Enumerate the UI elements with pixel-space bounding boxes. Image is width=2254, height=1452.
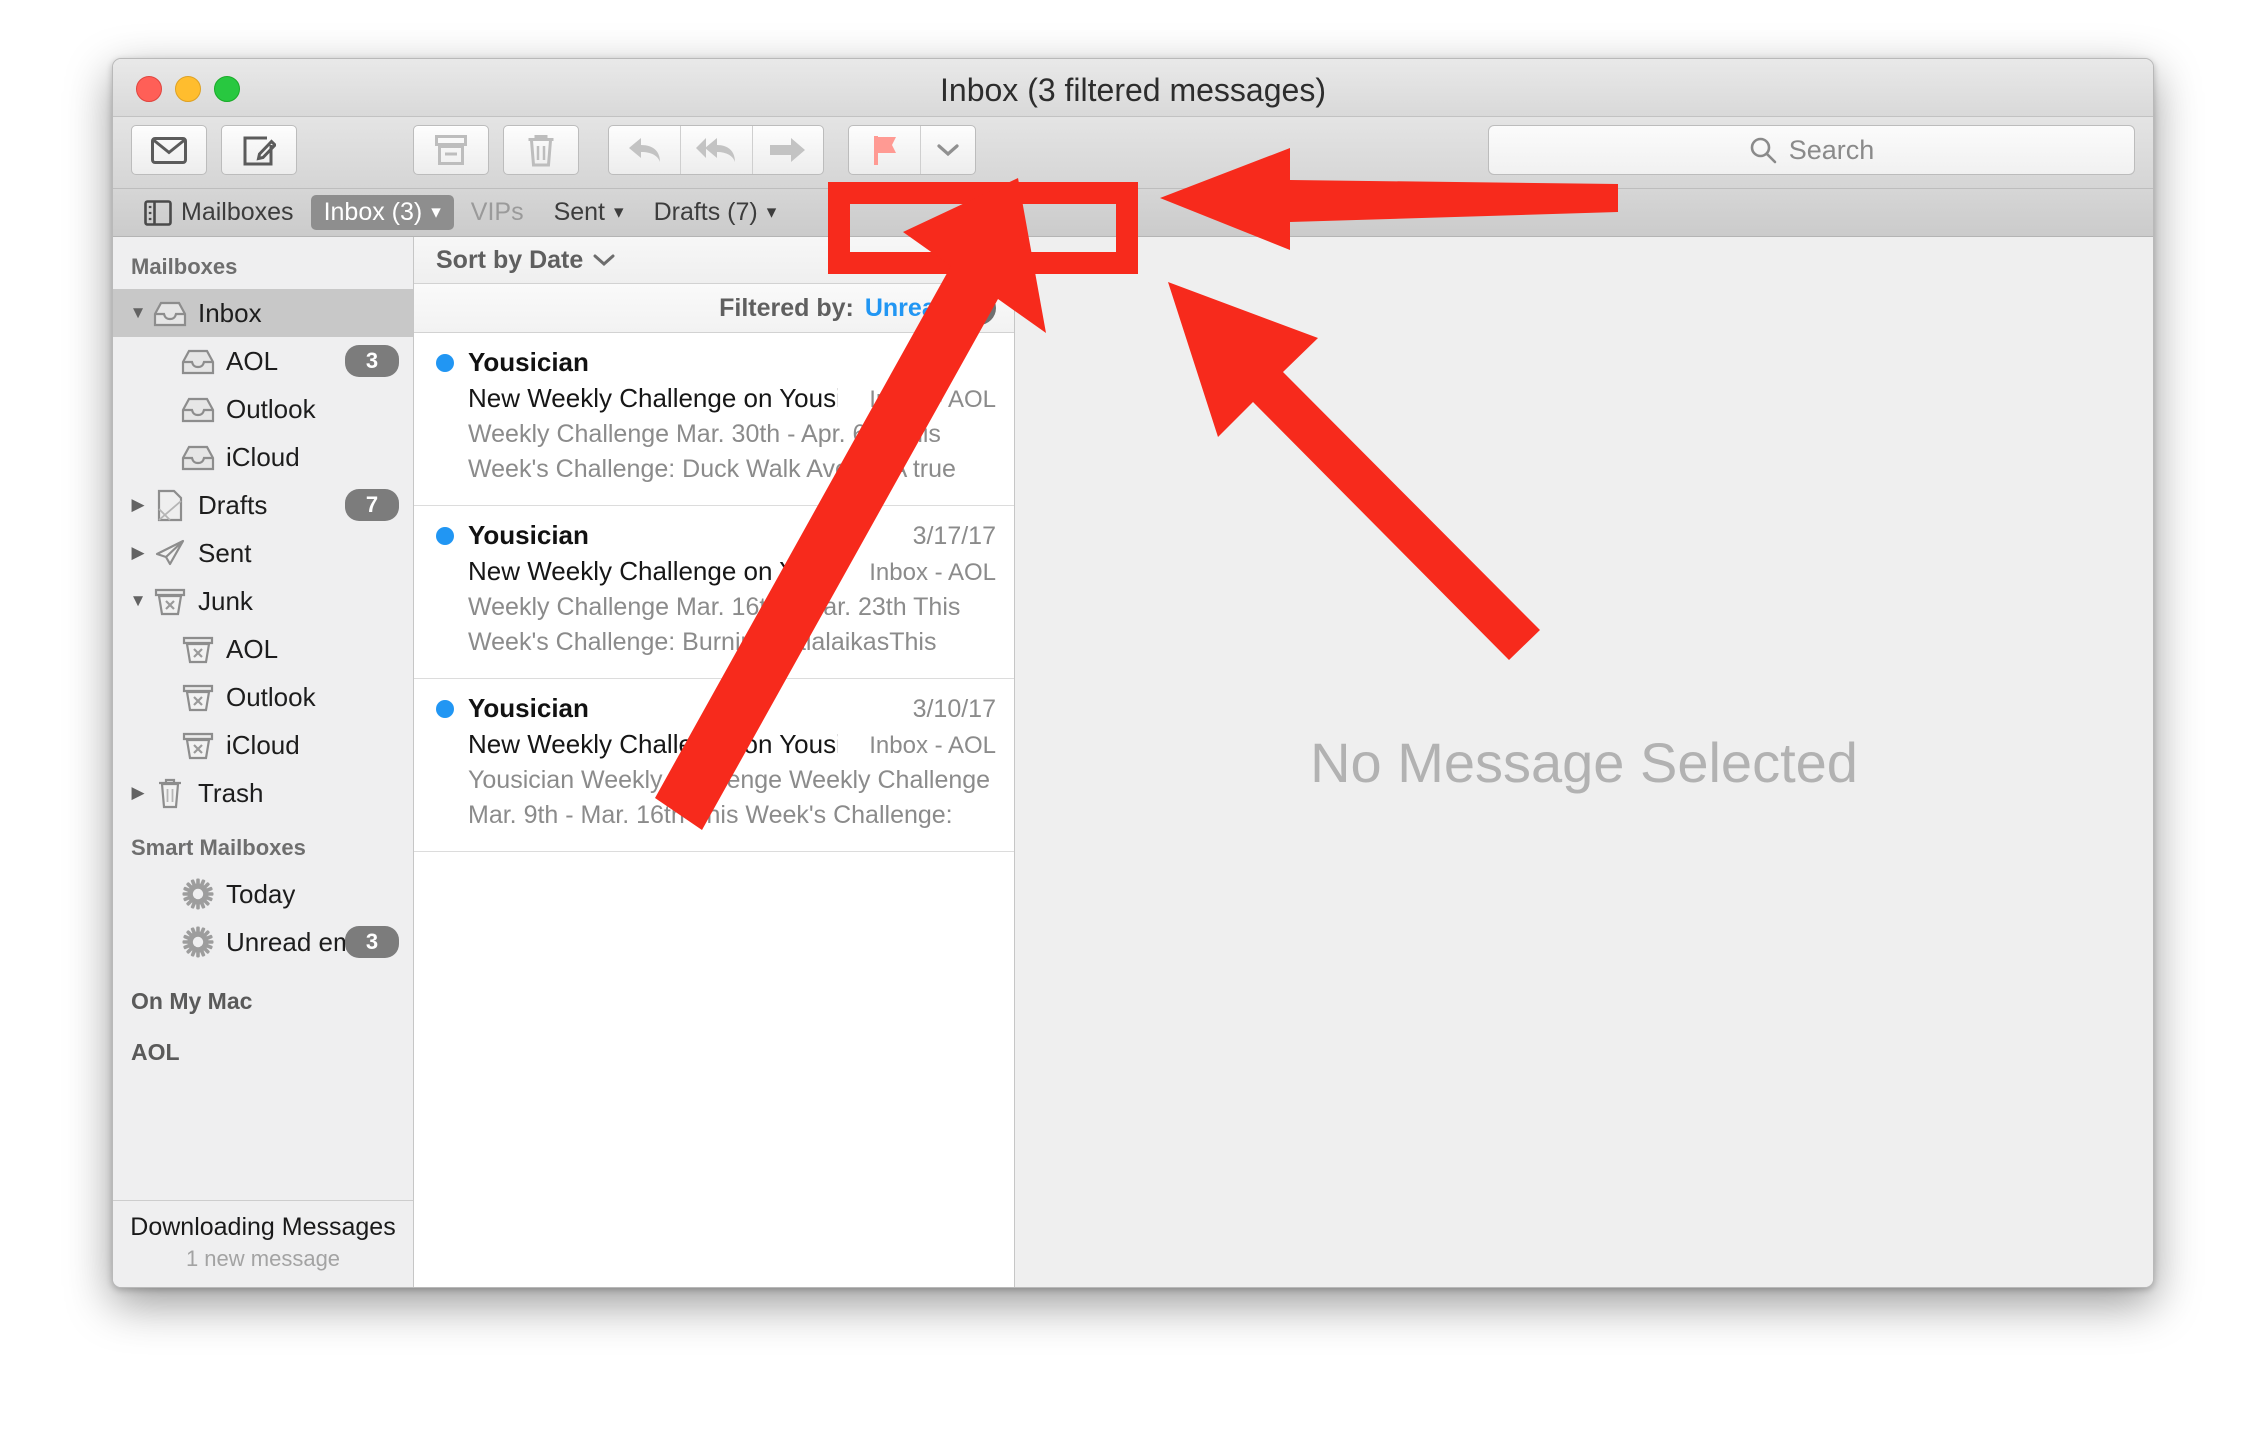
annotation-arrows xyxy=(655,148,1618,830)
horizontal-arrow-to-filter-bar xyxy=(1160,148,1618,250)
diagonal-arrow-to-filter-bar xyxy=(1168,282,1540,660)
long-diagonal-arrow-to-filter-bar xyxy=(655,178,1046,830)
screenshot-stage: Inbox (3 filtered messages) Search Mailb… xyxy=(0,0,2254,1452)
